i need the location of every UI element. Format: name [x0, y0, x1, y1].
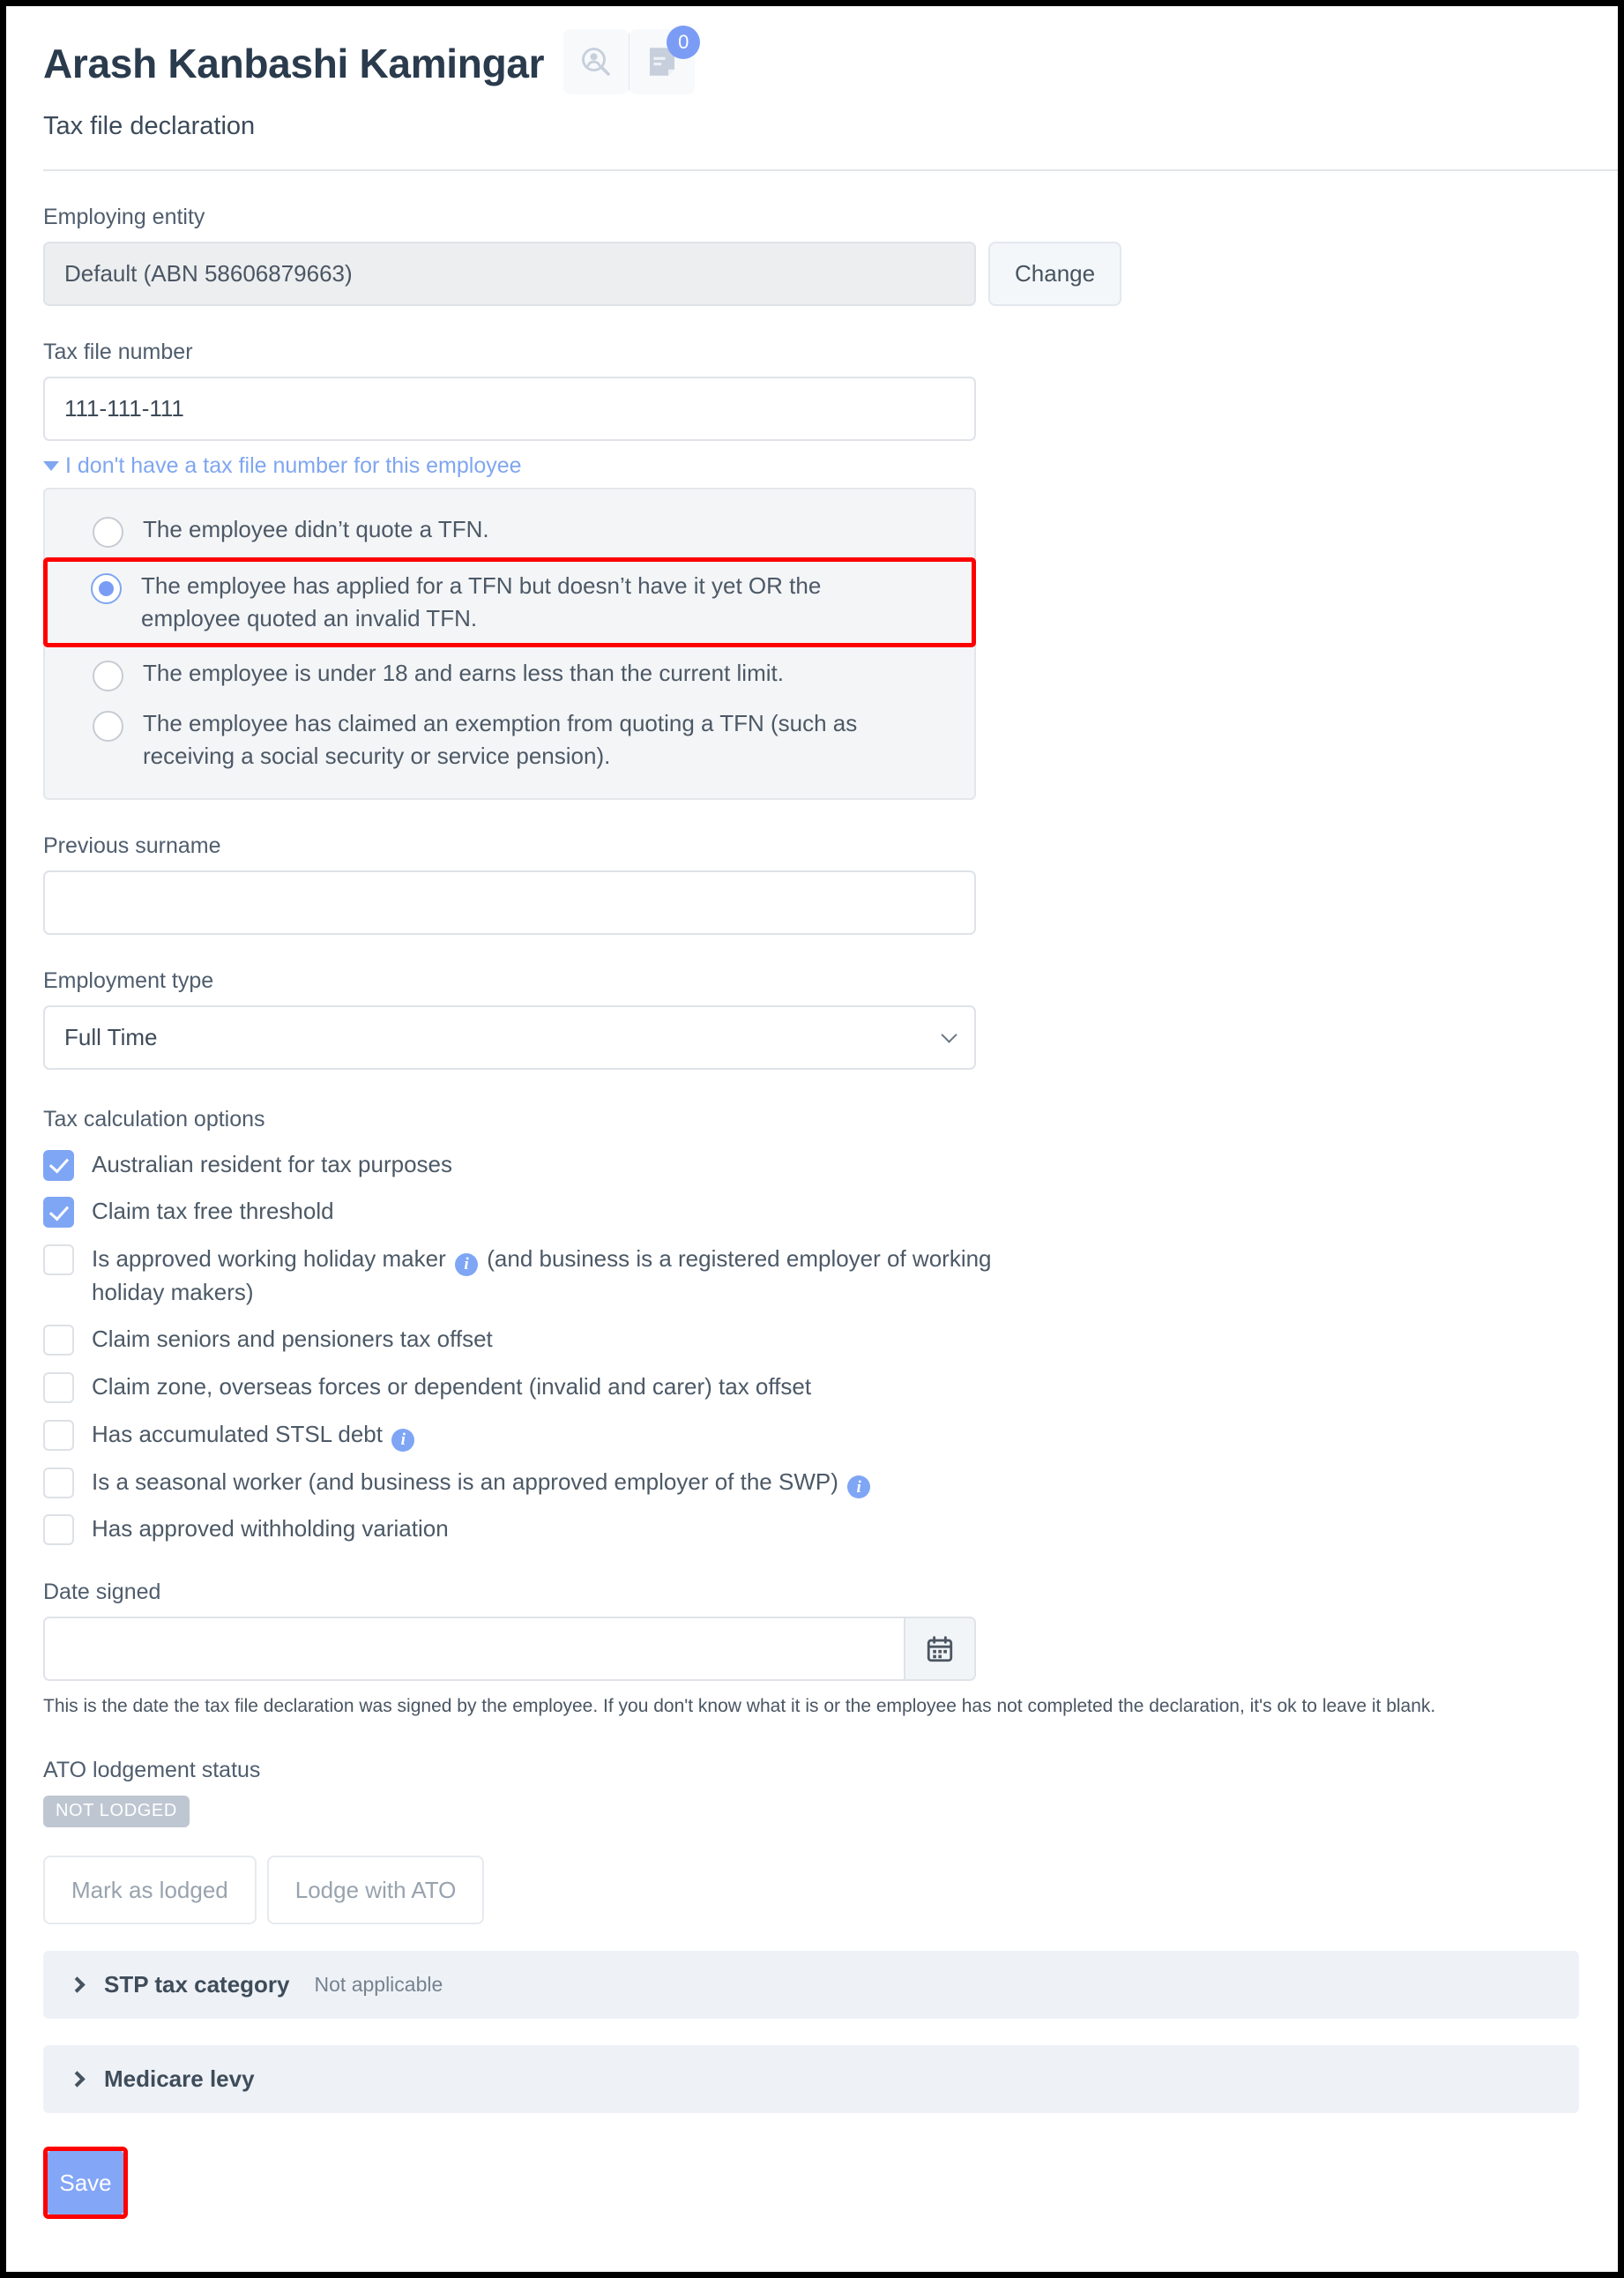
accordion-value: Not applicable — [314, 1973, 443, 1997]
title-row: Arash Kanbashi Kamingar 0 — [43, 26, 1618, 98]
checkbox-icon — [43, 1419, 74, 1451]
radio-icon — [93, 517, 123, 548]
tfn-exemption-options: The employee didn’t quote a TFN. The emp… — [43, 488, 976, 800]
radio-icon-selected — [91, 573, 122, 604]
info-icon[interactable]: i — [391, 1428, 415, 1452]
employing-entity-row: Default (ABN 58606879663) Change — [43, 242, 1618, 306]
employment-type-label: Employment type — [43, 967, 214, 993]
person-search-icon[interactable] — [563, 29, 629, 94]
employment-type-select[interactable]: Full Time — [43, 1005, 976, 1070]
checkbox-withholding-variation[interactable]: Has approved withholding variation — [43, 1512, 1618, 1546]
tax-calculation-options-label: Tax calculation options — [43, 1106, 265, 1132]
tax-file-declaration-page: Arash Kanbashi Kamingar 0 Tax file decla… — [6, 6, 1618, 2272]
chevron-down-icon — [941, 1026, 957, 1043]
page-subtitle: Tax file declaration — [43, 112, 256, 140]
accordion-title: Medicare levy — [104, 2065, 255, 2093]
checkbox-seniors-pensioners-offset[interactable]: Claim seniors and pensioners tax offset — [43, 1323, 1618, 1356]
document-edit-icon[interactable]: 0 — [629, 26, 701, 94]
accordion-title: STP tax category — [104, 1971, 290, 1998]
info-icon[interactable]: i — [847, 1475, 871, 1499]
tfn-option-label: The employee didn’t quote a TFN. — [143, 516, 489, 542]
checkbox-label: Claim zone, overseas forces or dependent… — [92, 1373, 812, 1400]
tfn-option-label: The employee has applied for a TFN but d… — [141, 572, 822, 631]
checkbox-label: Is a seasonal worker (and business is an… — [92, 1466, 873, 1499]
chevron-right-icon — [69, 1976, 86, 1994]
previous-surname-input[interactable] — [43, 870, 976, 935]
checkbox-label: Is approved working holiday maker i (and… — [92, 1243, 1026, 1309]
tfn-option-1[interactable]: The employee has applied for a TFN but d… — [43, 557, 976, 647]
tax-file-number-label: Tax file number — [43, 340, 193, 364]
info-icon[interactable]: i — [455, 1252, 478, 1276]
checkbox-icon — [43, 1467, 74, 1498]
checkbox-label-before: Has accumulated STSL debt — [92, 1420, 383, 1447]
checkbox-working-holiday-maker[interactable]: Is approved working holiday maker i (and… — [43, 1243, 1618, 1309]
page-header: Arash Kanbashi Kamingar 0 Tax file decla… — [6, 6, 1618, 141]
checkbox-icon-checked — [43, 1197, 74, 1229]
document-badge-count: 0 — [667, 26, 701, 59]
tfn-option-3[interactable]: The employee has claimed an exemption fr… — [45, 699, 974, 780]
checkbox-label: Claim seniors and pensioners tax offset — [92, 1326, 493, 1353]
checkbox-icon-checked — [43, 1149, 74, 1181]
save-button[interactable]: Save — [48, 2151, 123, 2215]
lodge-with-ato-button[interactable]: Lodge with ATO — [266, 1856, 485, 1925]
checkbox-label-before: Is a seasonal worker (and business is an… — [92, 1468, 838, 1495]
calendar-icon[interactable] — [904, 1618, 974, 1680]
checkbox-claim-tax-free-threshold[interactable]: Claim tax free threshold — [43, 1195, 1618, 1229]
no-tfn-toggle-link[interactable]: I don't have a tax file number for this … — [43, 453, 1618, 479]
employing-entity-label: Employing entity — [43, 205, 205, 229]
checkbox-seasonal-worker[interactable]: Is a seasonal worker (and business is an… — [43, 1466, 1618, 1499]
checkbox-label: Has accumulated STSL debt i — [92, 1418, 417, 1452]
chevron-right-icon — [69, 2071, 86, 2088]
date-signed-input[interactable] — [45, 1618, 904, 1680]
ato-lodgement-status-label: ATO lodgement status — [43, 1758, 261, 1783]
status-badge: NOT LODGED — [43, 1796, 190, 1828]
date-signed-helper-text: This is the date the tax file declaratio… — [43, 1696, 1436, 1717]
checkbox-label: Australian resident for tax purposes — [92, 1150, 452, 1177]
accordion-stp-tax-category[interactable]: STP tax category Not applicable — [43, 1951, 1579, 2020]
save-button-highlight: Save — [43, 2147, 128, 2220]
header-divider — [43, 169, 1618, 171]
checkbox-stsl-debt[interactable]: Has accumulated STSL debt i — [43, 1418, 1618, 1452]
checkbox-label-before: Is approved working holiday maker — [92, 1245, 446, 1272]
date-signed-label: Date signed — [43, 1580, 161, 1605]
checkbox-zone-overseas-dependent-offset[interactable]: Claim zone, overseas forces or dependent… — [43, 1371, 1618, 1404]
previous-surname-label: Previous surname — [43, 833, 221, 858]
checkbox-icon — [43, 1372, 74, 1404]
tfn-option-2[interactable]: The employee is under 18 and earns less … — [45, 649, 974, 699]
radio-icon — [93, 660, 123, 691]
employing-entity-value: Default (ABN 58606879663) — [43, 242, 976, 306]
tax-file-number-input[interactable]: 111-111-111 — [43, 377, 976, 441]
checkbox-icon — [43, 1514, 74, 1546]
date-signed-field — [43, 1617, 976, 1682]
page-title: Arash Kanbashi Kamingar — [43, 40, 545, 86]
checkbox-australian-resident[interactable]: Australian resident for tax purposes — [43, 1148, 1618, 1182]
mark-as-lodged-button[interactable]: Mark as lodged — [43, 1856, 257, 1925]
checkbox-icon — [43, 1325, 74, 1356]
checkbox-label: Has approved withholding variation — [92, 1515, 449, 1542]
no-tfn-toggle-label: I don't have a tax file number for this … — [65, 453, 522, 478]
chevron-down-icon — [43, 461, 59, 471]
tfn-option-label: The employee has claimed an exemption fr… — [143, 709, 858, 769]
radio-icon — [93, 710, 123, 742]
checkbox-icon — [43, 1244, 74, 1275]
checkbox-label: Claim tax free threshold — [92, 1198, 334, 1225]
tfn-option-label: The employee is under 18 and earns less … — [143, 659, 784, 686]
declaration-form: Employing entity Default (ABN 5860687966… — [6, 205, 1618, 2220]
header-icon-group: 0 — [563, 26, 701, 94]
lodgement-button-row: Mark as lodged Lodge with ATO — [43, 1856, 1618, 1925]
change-entity-button[interactable]: Change — [988, 242, 1122, 306]
tfn-option-0[interactable]: The employee didn’t quote a TFN. — [45, 505, 974, 556]
employment-type-value: Full Time — [64, 1023, 158, 1050]
accordion-medicare-levy[interactable]: Medicare levy — [43, 2045, 1579, 2114]
